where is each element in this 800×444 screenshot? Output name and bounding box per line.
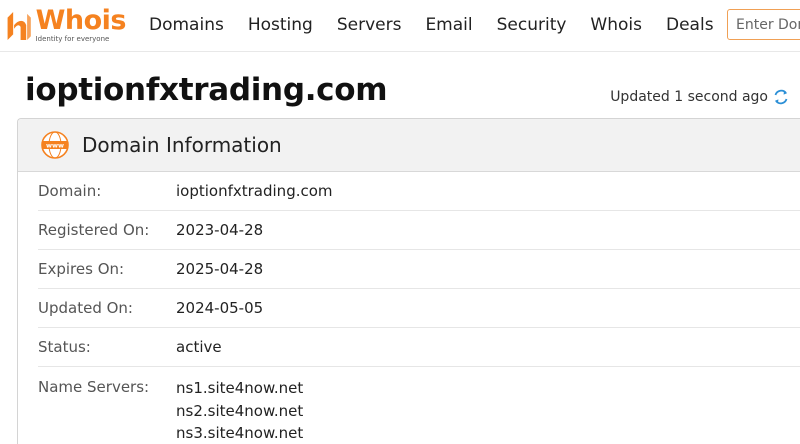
card-header: www Domain Information [18, 119, 800, 172]
svg-text:www: www [46, 142, 64, 150]
row-value: 2024-05-05 [176, 299, 264, 317]
nav-item-domains[interactable]: Domains [149, 15, 224, 35]
name-server-item: ns2.site4now.net [176, 401, 304, 420]
row-expires-on: Expires On: 2025-04-28 [38, 250, 800, 289]
logo-wordmark: Whois [35, 5, 127, 36]
row-label: Name Servers: [38, 378, 150, 396]
name-server-list: ns1.site4now.net ns2.site4now.net ns3.si… [176, 377, 303, 444]
logo-mark-icon [7, 12, 31, 40]
nav-item-servers[interactable]: Servers [337, 15, 402, 35]
whois-logo[interactable]: Whois Identity for everyone [2, 5, 127, 46]
row-label: Registered On: [38, 221, 150, 239]
logo-tagline: Identity for everyone [35, 35, 110, 43]
page-title: ioptionfxtrading.com [25, 72, 388, 108]
main-nav: Domains Hosting Servers Email Security W… [137, 0, 726, 50]
name-server-item: ns1.site4now.net [176, 379, 304, 397]
updated-status: Updated 1 second ago [610, 88, 790, 106]
domain-search-input[interactable] [727, 9, 800, 40]
nav-item-hosting[interactable]: Hosting [248, 15, 313, 35]
refresh-icon[interactable] [772, 88, 790, 106]
row-value: ioptionfxtrading.com [176, 182, 333, 200]
row-value: active [176, 338, 222, 356]
nav-item-security[interactable]: Security [497, 15, 567, 35]
site-header: Whois Identity for everyone Domains Host… [0, 0, 800, 52]
updated-text: Updated 1 second ago [610, 89, 768, 105]
row-name-servers: Name Servers: ns1.site4now.net ns2.site4… [38, 367, 800, 444]
row-registered-on: Registered On: 2023-04-28 [38, 211, 800, 250]
www-icon: www [41, 131, 69, 159]
row-label: Status: [38, 338, 91, 356]
row-value: 2025-04-28 [176, 260, 264, 278]
nav-item-whois[interactable]: Whois [590, 15, 642, 35]
row-updated-on: Updated On: 2024-05-05 [38, 289, 800, 328]
domain-information-card: www Domain Information Domain: ioptionfx… [17, 118, 800, 444]
logo-text: Whois Identity for everyone [35, 5, 127, 43]
nav-item-deals[interactable]: Deals [666, 15, 714, 35]
row-domain: Domain: ioptionfxtrading.com [38, 172, 800, 211]
info-rows: Domain: ioptionfxtrading.com Registered … [18, 172, 800, 444]
row-status: Status: active [38, 328, 800, 367]
card-title: Domain Information [82, 133, 282, 157]
row-label: Domain: [38, 182, 102, 200]
row-label: Expires On: [38, 260, 125, 278]
name-server-item: ns3.site4now.net [176, 424, 304, 442]
nav-item-email[interactable]: Email [425, 15, 472, 35]
row-value: 2023-04-28 [176, 221, 264, 239]
row-label: Updated On: [38, 299, 133, 317]
